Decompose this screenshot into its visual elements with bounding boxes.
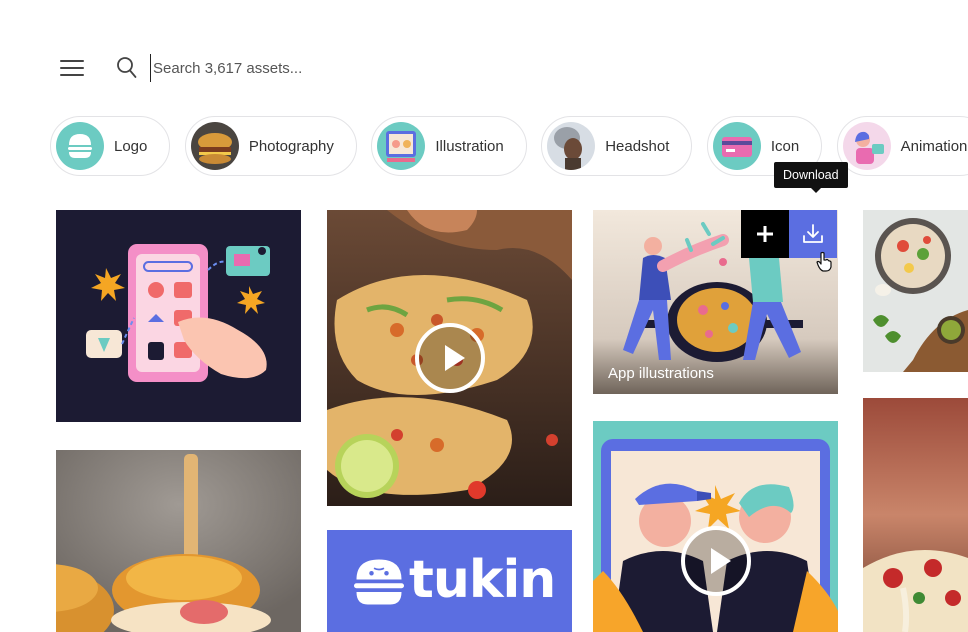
asset-card-pizza[interactable]: [863, 398, 968, 632]
play-icon[interactable]: [415, 323, 485, 393]
asset-card-burger-photo[interactable]: [56, 450, 301, 632]
headshot-thumbnail: [547, 122, 596, 170]
chip-headshot[interactable]: Headshot: [541, 116, 693, 176]
plus-icon: [757, 226, 773, 242]
chip-label: Logo: [114, 137, 148, 155]
illustration-thumbnail: [377, 122, 426, 170]
play-icon[interactable]: [681, 526, 751, 596]
hamburger-menu-icon[interactable]: [56, 54, 88, 82]
asset-card-tukin-logo[interactable]: tukin: [327, 530, 572, 632]
burger-photo: [56, 450, 301, 632]
asset-card-app-illustrations[interactable]: App illustrations: [593, 210, 838, 394]
icon-thumbnail: [712, 122, 761, 170]
chip-animation[interactable]: Animation: [836, 116, 968, 176]
chip-label: Photography: [248, 137, 334, 155]
cursor-hand-icon: [816, 251, 832, 272]
chip-illustration[interactable]: Illustration: [371, 116, 527, 176]
logo-thumbnail: [56, 122, 104, 170]
chip-label: Icon: [770, 137, 800, 155]
add-button[interactable]: [741, 210, 789, 258]
asset-card-app-illustration[interactable]: [56, 210, 301, 422]
burger-logo-icon: [354, 559, 404, 605]
illustration-image: [86, 244, 270, 382]
asset-card-food-bowls[interactable]: [863, 210, 968, 372]
chip-label: Animation: [900, 137, 968, 155]
chip-logo[interactable]: Logo: [50, 116, 171, 176]
animation-thumbnail: [842, 122, 891, 170]
pizza-photo: [863, 398, 968, 632]
search-input[interactable]: [150, 54, 550, 82]
download-icon: [803, 224, 823, 243]
card-caption: App illustrations: [608, 365, 714, 382]
chip-label: Headshot: [605, 137, 670, 155]
photography-thumbnail: [190, 122, 239, 170]
chip-photography[interactable]: Photography: [184, 116, 357, 176]
asset-card-tacos-video[interactable]: [327, 210, 572, 506]
search-icon: [117, 57, 137, 78]
food-bowls-photo: [863, 210, 968, 372]
chip-label: Illustration: [435, 137, 504, 155]
top-bar: [0, 40, 968, 96]
download-tooltip: Download: [774, 162, 848, 193]
asset-card-couple-video[interactable]: [593, 421, 838, 632]
tukin-wordmark: tukin: [409, 550, 556, 610]
